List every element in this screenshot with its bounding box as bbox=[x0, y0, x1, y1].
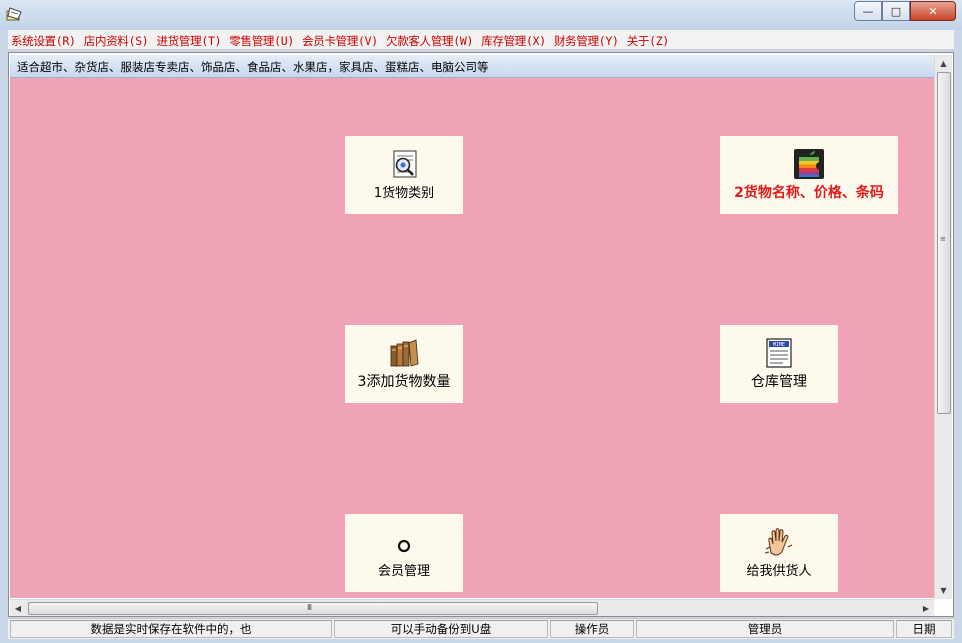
ring-icon bbox=[397, 539, 411, 553]
status-panel-note: 数据是实时保存在软件中的，也 bbox=[10, 620, 332, 638]
scroll-grip-icon: ≡ bbox=[940, 235, 946, 243]
info-text: 适合超市、杂货店、服装店专卖店、饰品店、食品店、水果店，家具店、蛋糕店、电脑公司… bbox=[17, 60, 489, 74]
status-panel-operator-label: 操作员 bbox=[550, 620, 634, 638]
menu-store-data[interactable]: 店内资料(S) bbox=[81, 32, 149, 51]
status-bar: 数据是实时保存在软件中的，也 可以手动备份到U盘 操作员 管理员 日期 bbox=[8, 618, 954, 639]
apple-logo-icon bbox=[794, 148, 824, 179]
close-button[interactable]: ✕ bbox=[910, 1, 956, 21]
menu-retail-management[interactable]: 零售管理(U) bbox=[226, 32, 294, 51]
menu-member-card-management[interactable]: 会员卡管理(V) bbox=[299, 32, 378, 51]
status-panel-date: 日期 bbox=[896, 620, 952, 638]
vertical-scroll-thumb[interactable]: ≡ bbox=[937, 72, 951, 414]
scroll-right-arrow-icon[interactable]: ▶ bbox=[918, 600, 934, 616]
hand-icon bbox=[764, 528, 793, 556]
tile-label: 给我供货人 bbox=[746, 564, 812, 579]
tile-goods-name-price-barcode[interactable]: 2货物名称、价格、条码 bbox=[720, 136, 898, 214]
maximize-button[interactable]: □ bbox=[882, 1, 910, 21]
mime-document-icon: MIME bbox=[766, 337, 792, 368]
window-controls: — □ ✕ bbox=[854, 1, 956, 21]
tile-label: 会员管理 bbox=[377, 564, 430, 579]
tile-label: 2货物名称、价格、条码 bbox=[734, 184, 884, 201]
tile-goods-category[interactable]: 1货物类别 bbox=[345, 136, 463, 214]
title-bar: — □ ✕ bbox=[0, 0, 962, 30]
tile-add-goods-quantity[interactable]: 3添加货物数量 bbox=[345, 325, 463, 403]
scroll-down-arrow-icon[interactable]: ▼ bbox=[935, 582, 952, 599]
tile-label: 1货物类别 bbox=[373, 186, 435, 201]
magnifier-document-icon bbox=[393, 150, 417, 178]
menu-about[interactable]: 关于(Z) bbox=[624, 32, 670, 51]
menu-system-settings[interactable]: 系统设置(R) bbox=[8, 32, 76, 51]
svg-text:MIME: MIME bbox=[773, 342, 785, 348]
info-bar: 适合超市、杂货店、服装店专卖店、饰品店、食品店、水果店，家具店、蛋糕店、电脑公司… bbox=[10, 55, 934, 78]
tile-label: 仓库管理 bbox=[751, 373, 807, 390]
menu-inventory-management[interactable]: 库存管理(X) bbox=[478, 32, 546, 51]
minimize-button[interactable]: — bbox=[854, 1, 882, 21]
menu-debtor-management[interactable]: 欠款客人管理(W) bbox=[383, 32, 473, 51]
status-panel-operator-name: 管理员 bbox=[636, 620, 894, 638]
tile-label: 3添加货物数量 bbox=[357, 373, 451, 390]
menu-purchase-management[interactable]: 进货管理(T) bbox=[154, 32, 222, 51]
tile-warehouse-management[interactable]: MIME 仓库管理 bbox=[720, 325, 838, 403]
tile-member-management[interactable]: 会员管理 bbox=[345, 514, 463, 592]
status-panel-backup: 可以手动备份到U盘 bbox=[334, 620, 548, 638]
main-canvas: 1货物类别 2货物名称、价格、条码 3添加货物数量 MIME 仓库管理 会员管理… bbox=[10, 78, 934, 598]
horizontal-scrollbar[interactable]: ◀ III ▶ bbox=[10, 599, 934, 616]
horizontal-scroll-thumb[interactable]: III bbox=[28, 602, 598, 615]
tile-my-suppliers[interactable]: 给我供货人 bbox=[720, 514, 838, 592]
menu-bar: 系统设置(R) 店内资料(S) 进货管理(T) 零售管理(U) 会员卡管理(V)… bbox=[8, 30, 954, 50]
scroll-left-arrow-icon[interactable]: ◀ bbox=[10, 600, 26, 616]
vertical-scrollbar[interactable]: ▲ ≡ ▼ bbox=[934, 55, 952, 599]
scroll-grip-icon: III bbox=[307, 603, 312, 612]
menu-finance-management[interactable]: 财务管理(Y) bbox=[551, 32, 619, 51]
scroll-up-arrow-icon[interactable]: ▲ bbox=[935, 55, 952, 72]
app-icon bbox=[6, 7, 22, 21]
books-icon bbox=[390, 338, 419, 367]
